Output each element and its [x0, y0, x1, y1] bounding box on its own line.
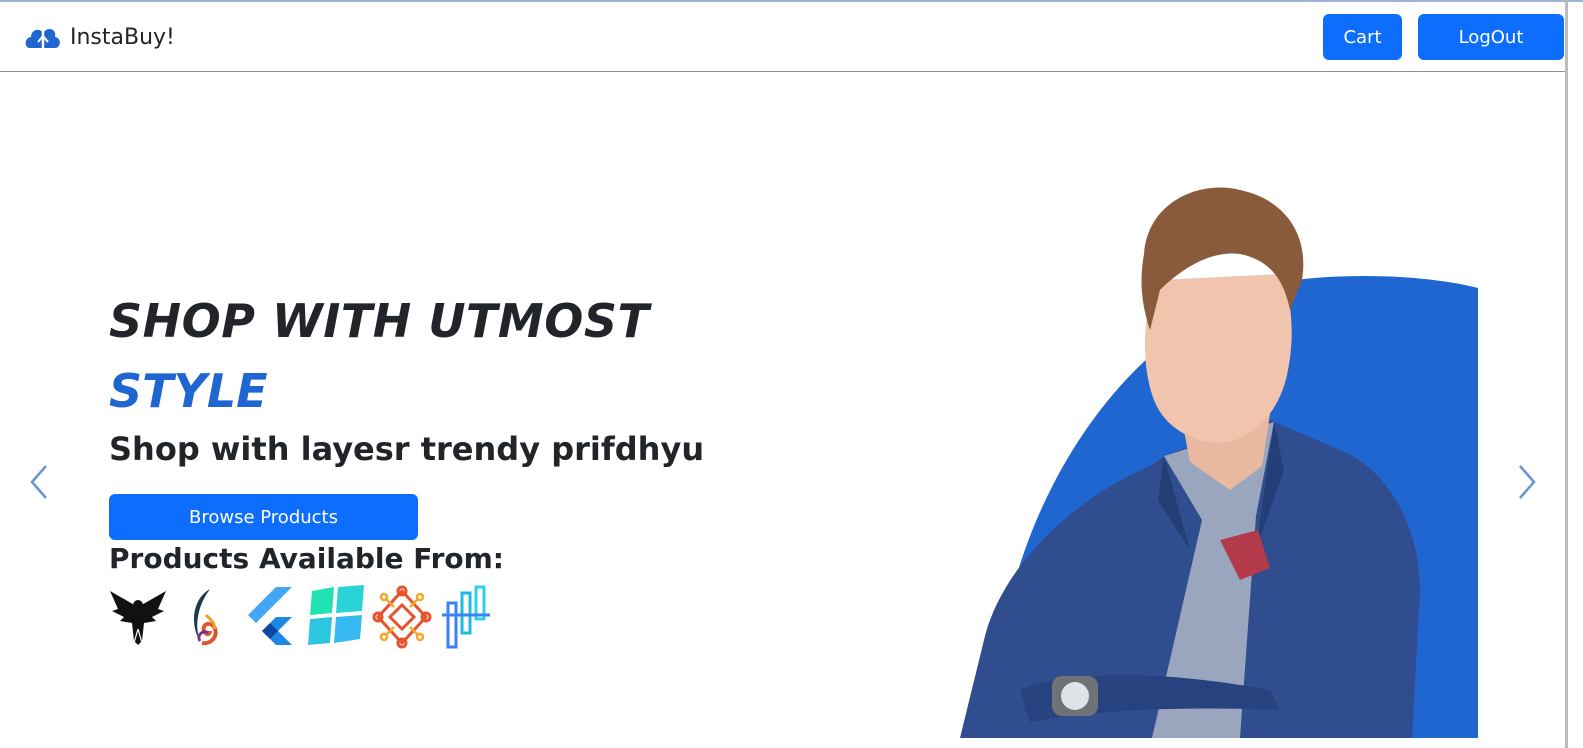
cloud-icon	[25, 28, 60, 48]
hero-title-accent: STYLE	[109, 364, 268, 418]
brand[interactable]: InstaBuy!	[24, 22, 175, 52]
chevron-right-icon[interactable]	[1512, 462, 1540, 502]
browse-products-button[interactable]: Browse Products	[109, 494, 418, 540]
flutter-logo	[248, 587, 292, 645]
bars-logo	[442, 585, 490, 649]
brand-name: InstaBuy!	[70, 24, 175, 50]
hero-subtitle: Shop with layesr trendy prifdhyu	[109, 430, 705, 468]
mandala-logo	[372, 585, 432, 649]
brand-logos	[108, 584, 498, 650]
brands-heading: Products Available From:	[109, 542, 504, 575]
navbar: InstaBuy! Cart LogOut	[0, 2, 1568, 72]
man-in-blue-suit-photo	[960, 187, 1478, 738]
phoenix-logo	[194, 589, 218, 646]
cart-button[interactable]: Cart	[1323, 14, 1402, 60]
hero-title: SHOP WITH UTMOST	[109, 294, 650, 348]
scrollbar-track[interactable]	[1565, 0, 1568, 748]
logout-button[interactable]: LogOut	[1418, 14, 1564, 60]
eagle-logo	[110, 591, 166, 645]
windows-logo	[308, 585, 364, 645]
chevron-left-icon[interactable]	[26, 462, 54, 502]
